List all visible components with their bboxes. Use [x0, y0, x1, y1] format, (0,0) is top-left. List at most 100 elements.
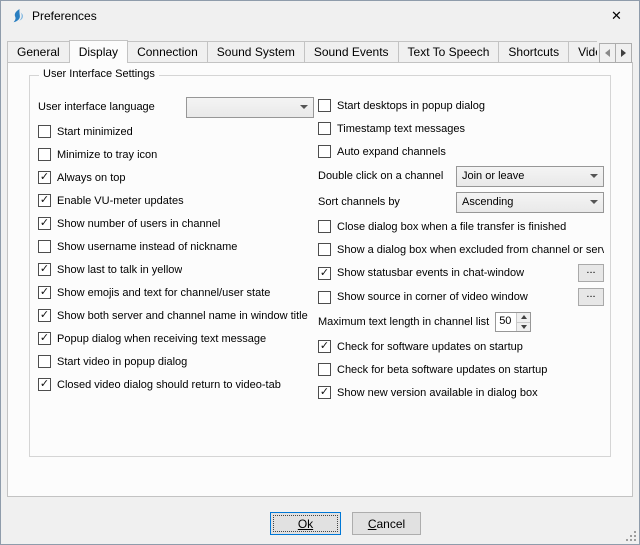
spinner-down-button[interactable]: [517, 323, 530, 332]
tab-scroll-left-button[interactable]: [599, 43, 616, 63]
close-icon: ✕: [611, 8, 622, 24]
row-timestamp-text-messages[interactable]: Timestamp text messages: [318, 117, 604, 140]
row-show-both-server-and-channel-name-in-window-title[interactable]: ✓ Show both server and channel name in wi…: [38, 304, 314, 327]
tab-sound-system[interactable]: Sound System: [207, 41, 305, 63]
app-icon: [9, 8, 25, 24]
dropdown-sort-channels-by[interactable]: Ascending: [456, 192, 604, 213]
checkbox-start-video-in-popup-dialog[interactable]: [38, 355, 51, 368]
row-start-video-in-popup-dialog[interactable]: Start video in popup dialog: [38, 350, 314, 373]
close-button[interactable]: ✕: [594, 1, 639, 31]
up-arrow-icon: [521, 315, 527, 319]
row-always-on-top[interactable]: ✓Always on top: [38, 166, 314, 189]
checkbox-label: Timestamp text messages: [337, 123, 465, 135]
checkbox-enable-vu-meter-updates[interactable]: ✓: [38, 194, 51, 207]
left-arrow-icon: [605, 49, 610, 57]
checkbox-label: Show statusbar events in chat-window: [337, 267, 524, 279]
field-label: Maximum text length in channel list: [318, 316, 489, 328]
spinner-up-button[interactable]: [517, 313, 530, 323]
row-check-for-beta-software-updates-on-startup[interactable]: Check for beta software updates on start…: [318, 358, 604, 381]
checkbox-label: Check for beta software updates on start…: [337, 364, 547, 376]
row-show-number-of-users-in-channel[interactable]: ✓ Show number of users in channel: [38, 212, 314, 235]
row-check-for-software-updates-on-startup[interactable]: ✓Check for software updates on startup: [318, 335, 604, 358]
chevron-down-icon: [590, 174, 598, 178]
tab-text-to-speech[interactable]: Text To Speech: [398, 41, 500, 63]
checkbox-label: Show username instead of nickname: [57, 241, 237, 253]
row-closed-video-dialog-should-return-to-video-tab[interactable]: ✓Closed video dialog should return to vi…: [38, 373, 314, 396]
row-show-emojis-and-text-for-channel-user-state[interactable]: ✓ Show emojis and text for channel/user s…: [38, 281, 314, 304]
resize-grip[interactable]: [624, 529, 637, 542]
tab-video[interactable]: Video: [568, 41, 597, 63]
tab-scroll-right-button[interactable]: [615, 43, 632, 63]
ellipsis-button-show-statusbar-events-in-chat-window[interactable]: ...: [578, 264, 604, 282]
checkbox-start-desktops-in-popup-dialog[interactable]: [318, 99, 331, 112]
checkbox-show-last-to-talk-in-yellow[interactable]: ✓: [38, 263, 51, 276]
chevron-down-icon: [300, 105, 308, 109]
checkbox-label: Show both server and channel name in win…: [57, 310, 308, 322]
tab-connection[interactable]: Connection: [127, 41, 208, 63]
checkbox-always-on-top[interactable]: ✓: [38, 171, 51, 184]
right-column: Start desktops in popup dialog Timestamp …: [318, 94, 604, 404]
row-enable-vu-meter-updates[interactable]: ✓Enable VU-meter updates: [38, 189, 314, 212]
checkbox-label: Show emojis and text for channel/user st…: [57, 287, 270, 299]
checkbox-minimize-to-tray-icon[interactable]: [38, 148, 51, 161]
checkbox-label: Auto expand channels: [337, 146, 446, 158]
tab-general[interactable]: General: [7, 41, 70, 63]
ellipsis-button-show-source-in-corner-of-video-window[interactable]: ...: [578, 288, 604, 306]
group-title: User Interface Settings: [39, 68, 159, 80]
cancel-button[interactable]: Cancel: [352, 512, 421, 535]
row-show-a-dialog-box-when-excluded-from-channel-or-server[interactable]: Show a dialog box when excluded from cha…: [318, 238, 604, 261]
tab-scroll-control: [600, 43, 632, 63]
checkbox-close-dialog-box-when-a-file-transfer-is-finished[interactable]: [318, 220, 331, 233]
checkbox-check-for-software-updates-on-startup[interactable]: ✓: [318, 340, 331, 353]
language-label: User interface language: [38, 101, 186, 113]
spinner-maximum-text-length-in-channel-list: 50: [495, 312, 531, 332]
checkbox-label: Show last to talk in yellow: [57, 264, 182, 276]
row-show-last-to-talk-in-yellow[interactable]: ✓ Show last to talk in yellow: [38, 258, 314, 281]
checkbox-show-both-server-and-channel-name-in-window-title[interactable]: ✓: [38, 309, 51, 322]
dropdown-double-click-on-a-channel[interactable]: Join or leave: [456, 166, 604, 187]
row-popup-dialog-when-receiving-text-message[interactable]: ✓ Popup dialog when receiving text messag…: [38, 327, 314, 350]
checkbox-show-number-of-users-in-channel[interactable]: ✓: [38, 217, 51, 230]
row-show-source-in-corner-of-video-window[interactable]: Show source in corner of video window...: [318, 285, 604, 309]
field-label: Sort channels by: [318, 196, 456, 208]
dropdown-value: Join or leave: [462, 170, 586, 182]
checkbox-label: Show number of users in channel: [57, 218, 220, 230]
checkbox-show-source-in-corner-of-video-window[interactable]: [318, 291, 331, 304]
row-show-username-instead-of-nickname[interactable]: Show username instead of nickname: [38, 235, 314, 258]
tab-shortcuts[interactable]: Shortcuts: [498, 41, 569, 63]
spinner-value[interactable]: 50: [496, 313, 516, 331]
checkbox-show-emojis-and-text-for-channel-user-state[interactable]: ✓: [38, 286, 51, 299]
checkbox-closed-video-dialog-should-return-to-video-tab[interactable]: ✓: [38, 378, 51, 391]
title-bar[interactable]: Preferences ✕: [1, 1, 639, 31]
checkbox-label: Show new version available in dialog box: [337, 387, 538, 399]
ok-button[interactable]: Ok: [270, 512, 341, 535]
language-select[interactable]: [186, 97, 314, 118]
spinner-buttons: [516, 313, 530, 331]
checkbox-label: Popup dialog when receiving text message: [57, 333, 266, 345]
row-auto-expand-channels[interactable]: Auto expand channels: [318, 140, 604, 163]
checkbox-popup-dialog-when-receiving-text-message[interactable]: ✓: [38, 332, 51, 345]
tab-pane-display: User Interface Settings User interface l…: [7, 62, 633, 497]
checkbox-timestamp-text-messages[interactable]: [318, 122, 331, 135]
checkbox-show-statusbar-events-in-chat-window[interactable]: ✓: [318, 267, 331, 280]
row-show-statusbar-events-in-chat-window[interactable]: ✓ Show statusbar events in chat-window...: [318, 261, 604, 285]
row-maximum-text-length-in-channel-list: Maximum text length in channel list 50: [318, 309, 604, 335]
left-column: User interface language Start minimizedM…: [38, 94, 314, 404]
checkbox-check-for-beta-software-updates-on-startup[interactable]: [318, 363, 331, 376]
checkbox-label: Show a dialog box when excluded from cha…: [337, 244, 604, 256]
tab-display[interactable]: Display: [69, 40, 128, 63]
checkbox-start-minimized[interactable]: [38, 125, 51, 138]
checkbox-label: Close dialog box when a file transfer is…: [337, 221, 566, 233]
row-start-desktops-in-popup-dialog[interactable]: Start desktops in popup dialog: [318, 94, 604, 117]
row-user-interface-language: User interface language: [38, 94, 314, 120]
row-show-new-version-available-in-dialog-box[interactable]: ✓ Show new version available in dialog bo…: [318, 381, 604, 404]
checkbox-show-new-version-available-in-dialog-box[interactable]: ✓: [318, 386, 331, 399]
checkbox-show-a-dialog-box-when-excluded-from-channel-or-server[interactable]: [318, 243, 331, 256]
checkbox-show-username-instead-of-nickname[interactable]: [38, 240, 51, 253]
row-minimize-to-tray-icon[interactable]: Minimize to tray icon: [38, 143, 314, 166]
row-start-minimized[interactable]: Start minimized: [38, 120, 314, 143]
tab-sound-events[interactable]: Sound Events: [304, 41, 399, 63]
checkbox-label: Show source in corner of video window: [337, 291, 528, 303]
row-close-dialog-box-when-a-file-transfer-is-finished[interactable]: Close dialog box when a file transfer is…: [318, 215, 604, 238]
checkbox-auto-expand-channels[interactable]: [318, 145, 331, 158]
